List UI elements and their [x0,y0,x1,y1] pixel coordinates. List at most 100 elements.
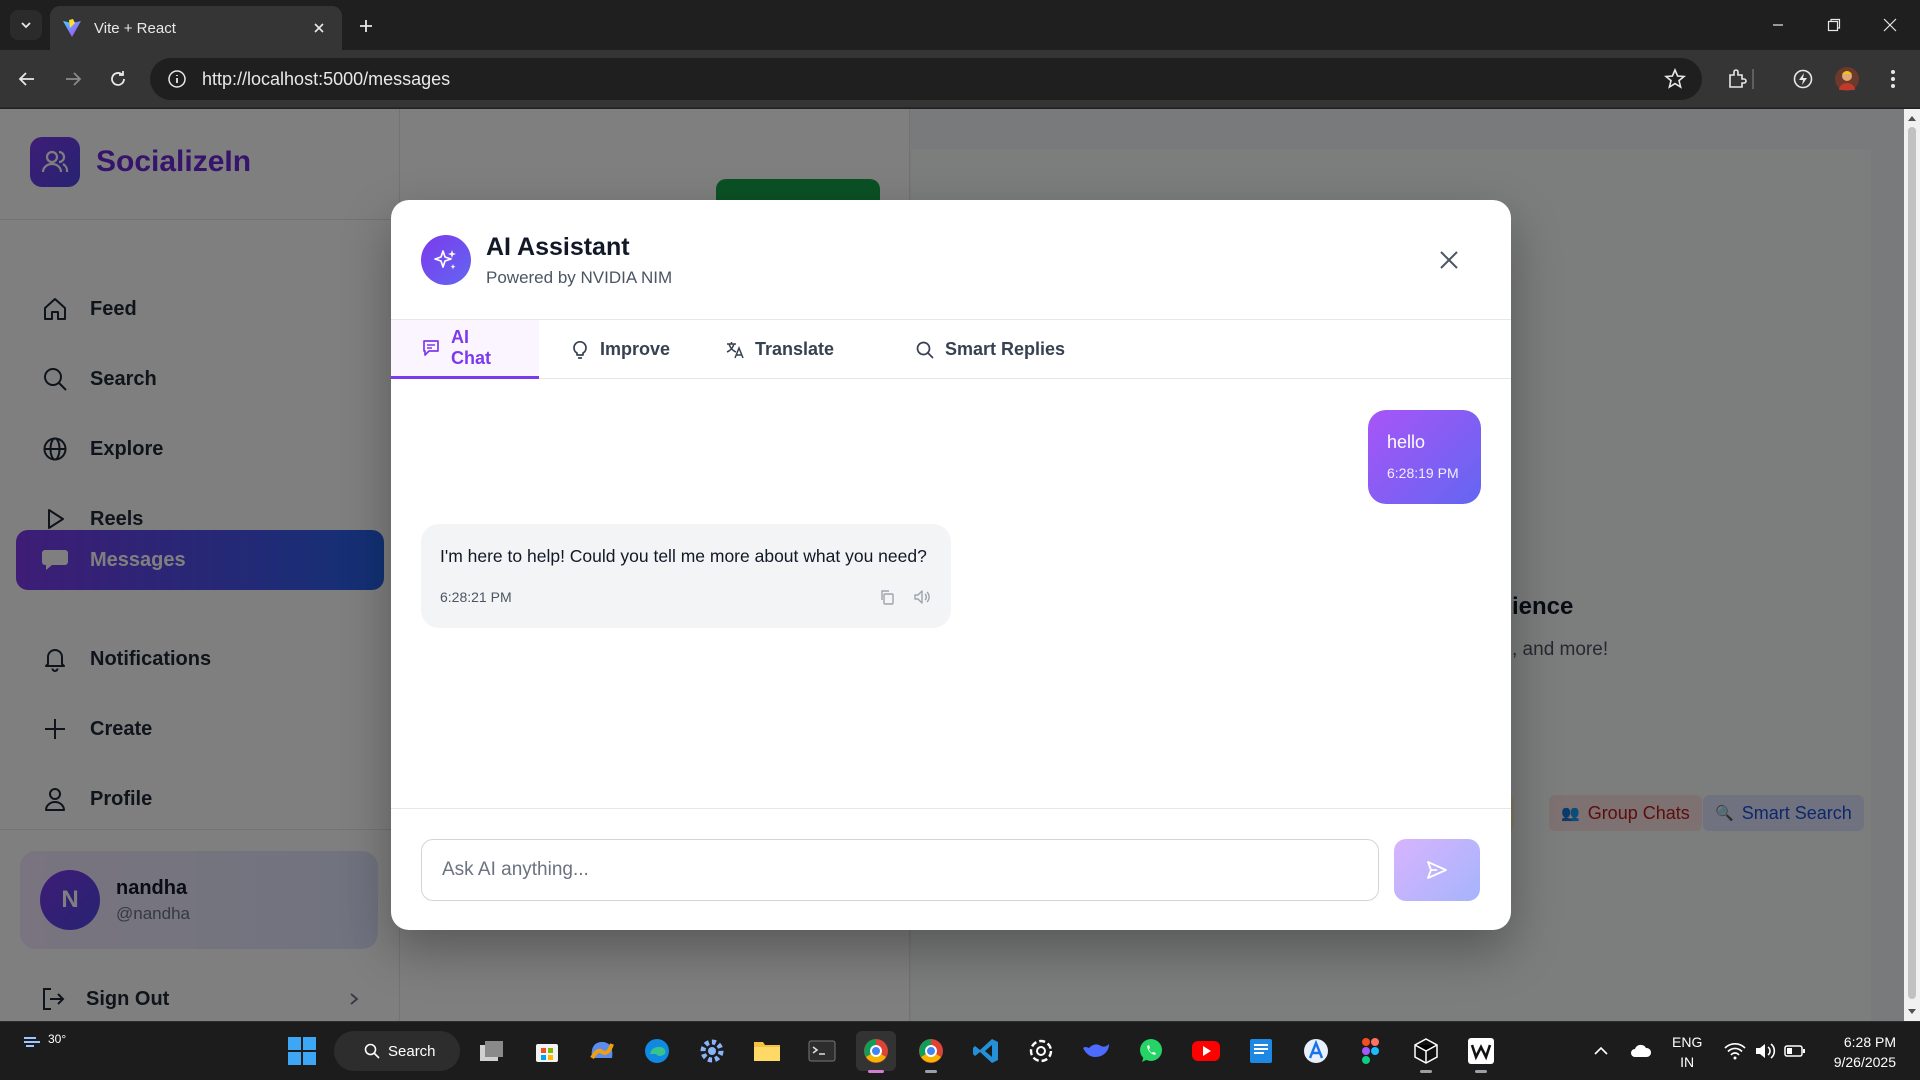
writer-app-icon[interactable] [1461,1031,1501,1073]
weather-widget[interactable]: 30° [22,1032,66,1052]
speaker-icon[interactable] [912,587,932,607]
url-text: http://localhost:5000/messages [202,68,451,89]
sparkles-icon [421,235,471,285]
running-indicator [1420,1070,1432,1073]
browser-toolbar: http://localhost:5000/messages [0,50,1920,108]
bookmark-star-icon[interactable] [1664,68,1686,90]
user-message: hello 6:28:19 PM [1368,410,1481,504]
language-indicator[interactable]: ENG IN [1672,1032,1702,1072]
message-text: hello [1387,432,1426,452]
clock-date: 9/26/2025 [1833,1054,1896,1070]
message-text: I'm here to help! Could you tell me more… [440,546,927,566]
onedrive-icon[interactable] [1628,1038,1654,1064]
browser-menu-icon[interactable] [1878,64,1908,94]
close-icon [1883,18,1897,32]
back-button[interactable] [12,64,42,94]
youtube-icon[interactable] [1186,1031,1226,1071]
figma-icon[interactable] [1351,1031,1391,1071]
weather-icon [24,1037,40,1047]
task-view-icon[interactable] [472,1031,512,1071]
app-store-icon[interactable] [1296,1031,1336,1071]
ai-message-input[interactable] [421,839,1379,901]
volume-icon[interactable] [1752,1038,1778,1064]
address-bar[interactable]: http://localhost:5000/messages [150,58,1702,100]
copilot-icon[interactable] [582,1031,622,1071]
scroll-down-icon [1908,1009,1916,1014]
arrow-right-icon [66,72,82,86]
search-label: Search [388,1042,436,1060]
reload-button[interactable] [103,64,133,94]
chrome-icon[interactable] [856,1031,896,1073]
modal-header: AI Assistant Powered by NVIDIA NIM [391,200,1511,320]
plus-icon [360,20,372,32]
close-tab-icon[interactable] [308,17,330,39]
region-code: IN [1680,1054,1695,1070]
send-icon [1427,861,1447,879]
running-indicator [1475,1070,1487,1073]
browser-tab[interactable]: Vite + React [50,6,342,50]
restore-icon [1827,18,1841,32]
store-icon[interactable] [527,1031,567,1071]
close-window-button[interactable] [1862,0,1918,50]
performance-icon[interactable] [1788,64,1818,94]
tab-improve[interactable]: Improve [540,320,700,379]
chrome-profile-icon[interactable] [911,1031,951,1073]
vite-icon [63,19,81,37]
lightbulb-icon [570,340,590,360]
start-button[interactable] [282,1031,322,1071]
edge-icon[interactable] [637,1031,677,1071]
forward-button[interactable] [58,64,88,94]
search-icon [915,340,935,360]
restore-button[interactable] [1806,0,1862,50]
file-explorer-icon[interactable] [747,1031,787,1071]
page-scrollbar[interactable] [1904,109,1920,1021]
system-clock[interactable]: 6:28 PM 9/26/2025 [1822,1032,1896,1072]
battery-icon[interactable] [1782,1038,1808,1064]
whatsapp-icon[interactable] [1131,1031,1171,1071]
send-button[interactable] [1394,839,1480,901]
translate-icon [725,340,745,360]
settings-icon[interactable] [692,1031,732,1071]
tab-title: Vite + React [94,19,176,37]
box-app-icon[interactable] [1406,1031,1446,1073]
windows-taskbar: 30° Search ENG IN 6:28 PM 9/26/2025 [0,1021,1920,1080]
wifi-icon[interactable] [1722,1038,1748,1064]
site-info-icon[interactable] [156,58,198,100]
browser-tab-bar: Vite + React [0,0,1920,50]
tab-translate[interactable]: Translate [695,320,864,379]
close-modal-button[interactable] [1434,245,1464,275]
extensions-icon[interactable] [1722,64,1752,94]
new-tab-button[interactable] [352,12,380,40]
tab-ai-chat[interactable]: AI Chat [391,320,539,379]
message-time: 6:28:19 PM [1387,465,1459,481]
vscode-icon[interactable] [966,1031,1006,1071]
tab-search-button[interactable] [10,10,42,40]
arrow-left-icon [18,72,34,86]
language-code: ENG [1672,1034,1703,1050]
chat-icon [421,338,441,358]
show-hidden-icons[interactable] [1588,1038,1614,1064]
scroll-up-icon [1908,116,1916,121]
copy-icon[interactable] [877,587,897,607]
terminal-icon[interactable] [802,1031,842,1071]
active-indicator [868,1070,884,1073]
deepseek-icon[interactable] [1076,1031,1116,1071]
close-icon [1440,251,1458,269]
minimize-button[interactable] [1750,0,1806,50]
word-pad-icon[interactable] [1241,1031,1281,1071]
search-icon [364,1043,380,1059]
chevron-down-icon [21,22,31,29]
scrollbar-thumb[interactable] [1908,127,1916,999]
tab-smart-replies[interactable]: Smart Replies [885,320,1095,379]
ai-assistant-modal: AI Assistant Powered by NVIDIA NIM AI Ch… [391,200,1511,930]
taskbar-search[interactable]: Search [334,1031,460,1071]
toolbar-divider [1752,69,1754,89]
profile-avatar-icon[interactable] [1832,64,1862,94]
weather-temp: 30° [48,1032,67,1046]
modal-tabs: AI Chat Improve Translate Smart Replies [391,320,1511,379]
tab-label: Improve [600,339,671,359]
chat-input-area [391,808,1511,930]
chatgpt-icon[interactable] [1021,1031,1061,1071]
minimize-icon [1773,24,1783,26]
chat-messages: hello 6:28:19 PM I'm here to help! Could… [391,380,1511,808]
